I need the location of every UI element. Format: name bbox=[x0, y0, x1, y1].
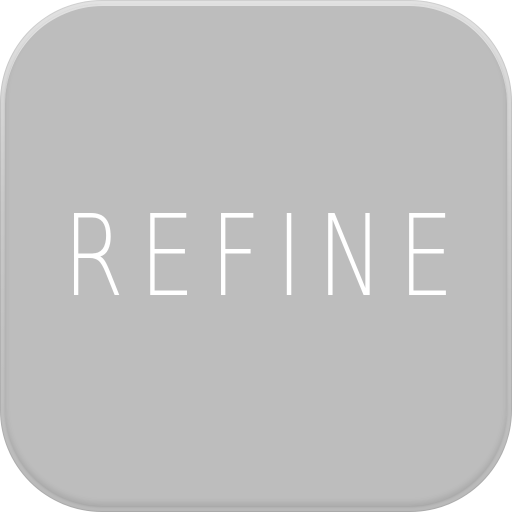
app-icon-tile[interactable]: REFINE bbox=[0, 0, 512, 512]
app-icon-face bbox=[5, 4, 507, 506]
